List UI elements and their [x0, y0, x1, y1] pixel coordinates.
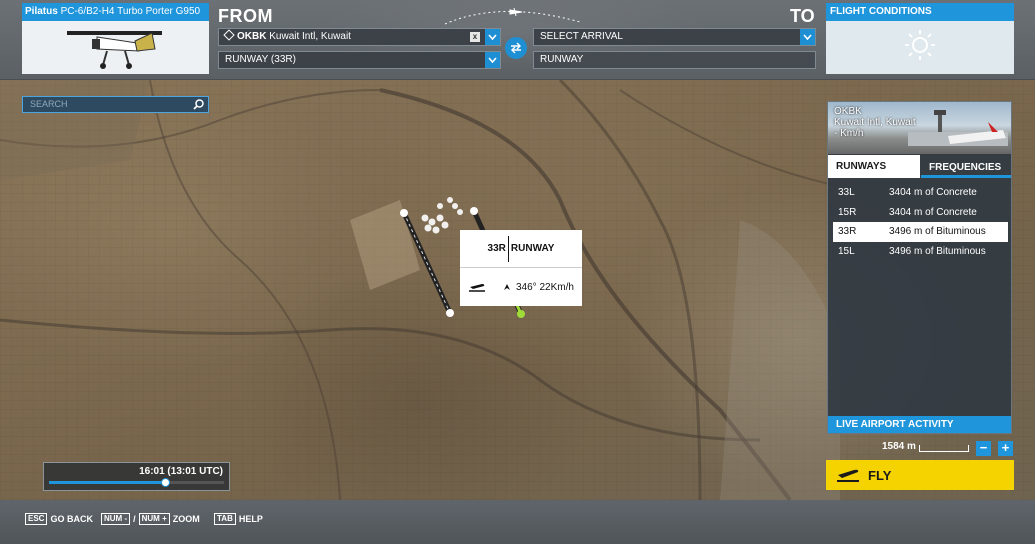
takeoff-icon	[469, 284, 485, 292]
flight-conditions-card[interactable]: FLIGHT CONDITIONS	[826, 3, 1014, 74]
airport-photo: OKBK Kuwait Intl, Kuwait - Km/h	[828, 102, 1011, 154]
zoom-out-button[interactable]: −	[976, 441, 991, 456]
popup-details: 346° 22Km/h	[460, 268, 582, 306]
airport-code: OKBK	[834, 106, 862, 117]
go-back-label: GO BACK	[50, 514, 93, 524]
clear-departure-button[interactable]: x	[470, 32, 480, 42]
swap-route-button[interactable]	[505, 37, 527, 59]
arrival-runway-field[interactable]: RUNWAY	[533, 51, 816, 69]
runway-row[interactable]: 15R 3404 m of Concrete	[833, 203, 1008, 223]
aircraft-brand: Pilatus	[25, 6, 58, 17]
takeoff-icon	[837, 469, 859, 482]
runway-list: 33L 3404 m of Concrete 15R 3404 m of Con…	[833, 183, 1008, 261]
runway-desc: 3496 m of Bituminous	[889, 245, 986, 257]
help-label: HELP	[238, 514, 263, 524]
scale-label: 1584 m	[882, 441, 916, 452]
go-back-hint[interactable]: ESC GO BACK	[25, 513, 93, 525]
departure-name: Kuwait Intl, Kuwait	[269, 31, 351, 42]
from-label: FROM	[218, 6, 273, 26]
wind-info: 346° 22Km/h	[502, 282, 574, 293]
help-hint[interactable]: TAB HELP	[214, 513, 263, 525]
location-pin-icon	[223, 29, 235, 41]
time-slider-handle[interactable]	[161, 478, 171, 487]
airplane-icon	[509, 7, 523, 17]
parking-spots	[421, 197, 463, 234]
time-of-day-widget[interactable]: 16:01 (13:01 UTC)	[43, 462, 230, 491]
fly-label: FLY	[868, 467, 892, 483]
scale-bar	[918, 445, 969, 452]
popup-runway-id: 33R	[487, 243, 506, 254]
departure-code: OKBK	[237, 31, 267, 42]
bottom-hint-bar: ESC GO BACK NUM - / NUM + ZOOM TAB HELP	[0, 500, 1035, 544]
runway-row-selected[interactable]: 33R 3496 m of Bituminous	[833, 222, 1008, 242]
runway-33r-threshold-marker	[517, 310, 525, 318]
fly-button[interactable]: FLY	[826, 460, 1014, 490]
departure-runway-value: RUNWAY (33R)	[225, 54, 296, 65]
runway-id: 15L	[838, 245, 855, 257]
wind-value: 346° 22Km/h	[516, 281, 574, 293]
popup-runway-label: RUNWAY	[510, 243, 555, 254]
search-input[interactable]: SEARCH	[22, 96, 209, 113]
runway-endpoint	[446, 309, 454, 317]
aircraft-model: PC-6/B2-H4 Turbo Porter G950	[60, 6, 201, 17]
airport-name: Kuwait Intl, Kuwait	[834, 117, 916, 128]
live-airport-activity-button[interactable]: LIVE AIRPORT ACTIVITY	[828, 416, 1011, 433]
tab-runways[interactable]: RUNWAYS	[828, 155, 920, 178]
airport-tabs: RUNWAYS FREQUENCIES	[828, 155, 1011, 179]
sun-icon	[905, 30, 935, 60]
aircraft-name: Pilatus PC-6/B2-H4 Turbo Porter G950	[22, 3, 209, 21]
runway-endpoint	[400, 209, 408, 217]
tab-key: TAB	[214, 513, 236, 525]
zoom-hint[interactable]: NUM - / NUM + ZOOM	[101, 513, 200, 525]
chevron-down-icon[interactable]	[485, 52, 500, 68]
esc-key: ESC	[25, 513, 48, 525]
runway-desc: 3496 m of Bituminous	[889, 226, 986, 237]
aircraft-image	[67, 31, 162, 69]
to-label: TO	[790, 6, 815, 26]
departure-airport-field[interactable]: OKBK Kuwait Intl, Kuwait x	[218, 28, 501, 46]
popup-header: 33R RUNWAY	[460, 230, 582, 268]
time-display: 16:01 (13:01 UTC)	[139, 466, 223, 477]
departure-runway-field[interactable]: RUNWAY (33R)	[218, 51, 501, 69]
airport-info-panel: OKBK Kuwait Intl, Kuwait - Km/h RUNWAYS …	[827, 101, 1012, 434]
arrival-runway-value: RUNWAY	[540, 54, 584, 65]
zoom-separator: /	[133, 514, 136, 524]
search-placeholder: SEARCH	[30, 99, 68, 109]
wind-icon	[504, 284, 510, 290]
airport-header-text: OKBK Kuwait Intl, Kuwait - Km/h	[834, 106, 916, 139]
runway-row[interactable]: 33L 3404 m of Concrete	[833, 183, 1008, 203]
route-arc	[444, 7, 581, 25]
runway-desc: 3404 m of Concrete	[889, 206, 977, 218]
time-slider[interactable]	[49, 478, 224, 487]
flight-conditions-title: FLIGHT CONDITIONS	[826, 3, 1014, 21]
runway-id: 33L	[838, 187, 855, 198]
runway-info-popup[interactable]: 33R RUNWAY 346° 22Km/h	[460, 230, 582, 306]
runway-row[interactable]: 15L 3496 m of Bituminous	[833, 242, 1008, 262]
runway-desc: 3404 m of Concrete	[889, 187, 977, 198]
airport-distance: - Km/h	[834, 128, 864, 139]
search-icon[interactable]	[193, 99, 204, 110]
arrival-airport-field[interactable]: SELECT ARRIVAL	[533, 28, 816, 46]
runway-endpoint	[470, 207, 478, 215]
time-slider-fill	[49, 481, 167, 484]
num-minus-key: NUM -	[101, 513, 131, 525]
arrival-placeholder: SELECT ARRIVAL	[540, 31, 623, 42]
chevron-down-icon[interactable]	[485, 29, 500, 45]
runway-id: 33R	[838, 226, 857, 237]
aircraft-card[interactable]: Pilatus PC-6/B2-H4 Turbo Porter G950	[22, 3, 209, 74]
chevron-down-icon[interactable]	[800, 29, 815, 45]
num-plus-key: NUM +	[138, 513, 170, 525]
map-scale: 1584 m	[882, 441, 969, 452]
zoom-label: ZOOM	[172, 514, 200, 524]
tab-frequencies[interactable]: FREQUENCIES	[921, 155, 1011, 178]
swap-arrows-icon	[511, 42, 521, 54]
zoom-in-button[interactable]: +	[998, 441, 1013, 456]
runway-id: 15R	[838, 206, 857, 218]
